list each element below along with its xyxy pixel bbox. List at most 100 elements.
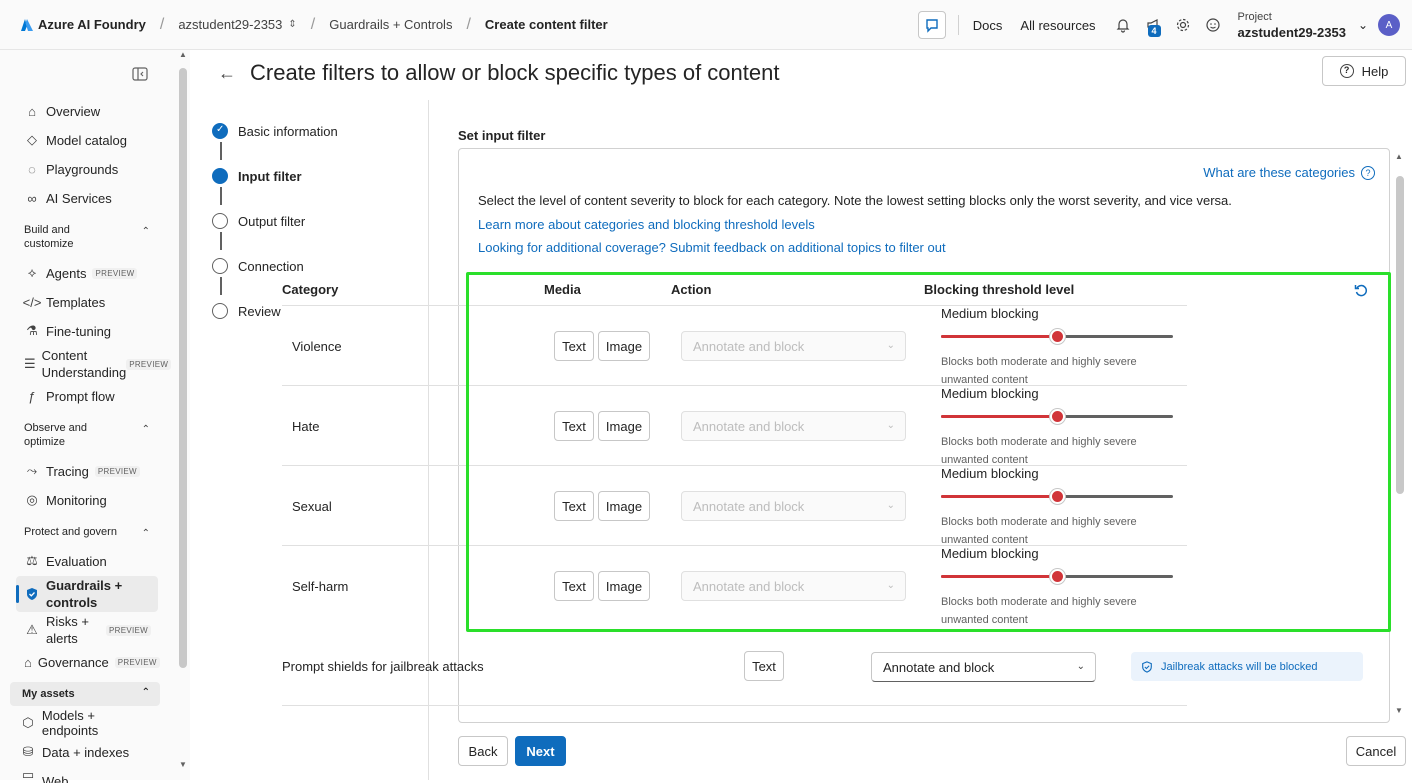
sidebar-item-agents[interactable]: ⟡ Agents PREVIEW xyxy=(16,259,158,287)
threshold-slider[interactable] xyxy=(941,409,1173,424)
sidebar-item-fine-tuning[interactable]: ⚗ Fine-tuning xyxy=(16,317,158,345)
additional-coverage-link[interactable]: Looking for additional coverage? Submit … xyxy=(478,240,946,255)
slider-thumb[interactable] xyxy=(1050,409,1065,424)
next-button[interactable]: Next xyxy=(515,736,566,766)
flow-icon: ƒ xyxy=(28,388,36,404)
sidebar-item-playgrounds[interactable]: ◌ Playgrounds xyxy=(16,155,158,183)
back-arrow-icon[interactable]: ← xyxy=(218,63,236,84)
media-text-button[interactable]: Text xyxy=(554,571,594,601)
threshold-level-label: Medium blocking xyxy=(941,466,1039,481)
sidebar-item-tracing[interactable]: ⤳ Tracing PREVIEW xyxy=(16,457,158,485)
question-icon: ? xyxy=(1361,165,1375,180)
sidebar-item-monitoring[interactable]: ◎ Monitoring xyxy=(16,486,158,514)
media-image-button[interactable]: Image xyxy=(598,571,650,601)
shield-media-text-button[interactable]: Text xyxy=(744,651,784,681)
breadcrumb-current: Create content filter xyxy=(484,17,608,32)
filter-row-sexual: Sexual Text Image Annotate and block ⌄ Medium… xyxy=(282,465,1187,546)
sidebar-item-overview[interactable]: ⌂ Overview xyxy=(16,97,158,125)
sidebar-item-models-endpoints[interactable]: ⬡ Models + endpoints xyxy=(12,708,154,738)
step-review[interactable]: Review xyxy=(212,303,281,319)
monitor-icon: ◎ xyxy=(26,492,38,507)
slider-thumb[interactable] xyxy=(1050,329,1065,344)
breadcrumb-separator: / xyxy=(466,15,471,33)
threshold-slider[interactable] xyxy=(941,329,1173,344)
group-protect-and-govern[interactable]: Protect and govern ⌃ xyxy=(24,525,150,539)
group-observe-and-optimize[interactable]: Observe and optimize ⌃ xyxy=(24,421,150,449)
sidebar-item-governance[interactable]: ⌂ Governance PREVIEW xyxy=(16,648,160,676)
shield-action-dropdown[interactable]: Annotate and block ⌄ xyxy=(871,652,1096,682)
copilot-icon xyxy=(926,19,938,33)
media-text-button[interactable]: Text xyxy=(554,411,594,441)
step-output-filter[interactable]: Output filter xyxy=(212,213,305,229)
step-input-filter[interactable]: Input filter xyxy=(212,168,302,184)
action-dropdown[interactable]: Annotate and block ⌄ xyxy=(681,331,906,361)
action-dropdown[interactable]: Annotate and block ⌄ xyxy=(681,571,906,601)
sidebar-item-content-understanding[interactable]: ☰ Content Understanding PREVIEW xyxy=(16,346,172,382)
media-image-button[interactable]: Image xyxy=(598,331,650,361)
chevron-down-icon[interactable]: ⌄ xyxy=(1358,18,1368,32)
preview-badge: PREVIEW xyxy=(92,267,138,279)
copilot-button[interactable] xyxy=(917,11,946,39)
reset-icon[interactable] xyxy=(1353,282,1369,301)
sidebar-item-templates[interactable]: </> Templates xyxy=(16,288,158,316)
step-connector xyxy=(220,232,222,250)
gear-icon[interactable] xyxy=(1174,16,1192,34)
group-build-and-customize[interactable]: Build and customize ⌃ xyxy=(24,223,150,251)
project-switch-icon[interactable]: ⇕ xyxy=(288,19,296,30)
sidebar-item-risks-alerts[interactable]: ⚠ Risks + alerts PREVIEW xyxy=(16,612,158,648)
threshold-slider[interactable] xyxy=(941,569,1173,584)
scroll-down-icon[interactable]: ▼ xyxy=(1395,706,1403,715)
sidebar-item-guardrails[interactable]: Guardrails + controls xyxy=(16,576,158,612)
help-button[interactable]: ? Help xyxy=(1322,56,1406,86)
sidebar-scrollbar[interactable]: ▲ ▼ xyxy=(178,50,187,774)
playground-icon: ◌ xyxy=(28,161,36,177)
breadcrumb-project[interactable]: azstudent29-2353 xyxy=(178,17,282,32)
sidebar: ⌂ Overview ◇ Model catalog ◌ Playgrounds ∞ A… xyxy=(0,50,190,783)
scroll-down-icon[interactable]: ▼ xyxy=(179,760,187,769)
media-text-button[interactable]: Text xyxy=(554,491,594,521)
group-my-assets[interactable]: My assets ⌃ xyxy=(10,682,160,706)
media-text-button[interactable]: Text xyxy=(554,331,594,361)
breadcrumb-guardrails[interactable]: Guardrails + Controls xyxy=(329,17,452,32)
sidebar-item-evaluation[interactable]: ⚖ Evaluation xyxy=(16,547,158,575)
docs-link[interactable]: Docs xyxy=(973,18,1003,33)
top-bar: Azure AI Foundry / azstudent29-2353 ⇕ / … xyxy=(0,0,1412,50)
collapse-sidebar-icon[interactable] xyxy=(132,67,148,84)
sidebar-item-ai-services[interactable]: ∞ AI Services xyxy=(16,184,158,212)
media-image-button[interactable]: Image xyxy=(598,491,650,521)
learn-more-link[interactable]: Learn more about categories and blocking… xyxy=(478,217,815,232)
brand[interactable]: Azure AI Foundry xyxy=(20,17,146,32)
project-selector[interactable]: Project azstudent29-2353 xyxy=(1238,9,1346,41)
slider-thumb[interactable] xyxy=(1050,569,1065,584)
action-dropdown[interactable]: Annotate and block ⌄ xyxy=(681,411,906,441)
project-name: azstudent29-2353 xyxy=(1237,25,1346,40)
sidebar-item-prompt-flow[interactable]: ƒ Prompt flow xyxy=(16,382,158,410)
flask-icon: ⚗ xyxy=(26,323,38,338)
card-scroll-thumb[interactable] xyxy=(1396,176,1404,494)
prompt-shield-row: Prompt shields for jailbreak attacks Tex… xyxy=(282,631,1363,706)
sidebar-item-model-catalog[interactable]: ◇ Model catalog xyxy=(16,126,158,154)
sidebar-scroll-thumb[interactable] xyxy=(179,68,187,668)
feedback-smiley-icon[interactable] xyxy=(1204,16,1222,34)
announcement-icon[interactable]: 4 xyxy=(1144,16,1162,37)
back-button[interactable]: Back xyxy=(458,736,508,766)
category-label: Self-harm xyxy=(292,579,349,594)
all-resources-link[interactable]: All resources xyxy=(1020,18,1095,33)
media-image-button[interactable]: Image xyxy=(598,411,650,441)
step-connector xyxy=(220,277,222,295)
slider-thumb[interactable] xyxy=(1050,489,1065,504)
scroll-up-icon[interactable]: ▲ xyxy=(1395,152,1403,161)
scroll-up-icon[interactable]: ▲ xyxy=(179,50,187,59)
sidebar-item-data-indexes[interactable]: ⛁ Data + indexes xyxy=(12,738,154,766)
sidebar-item-web[interactable]: ▭ Web xyxy=(12,767,154,783)
action-dropdown[interactable]: Annotate and block ⌄ xyxy=(681,491,906,521)
cancel-button[interactable]: Cancel xyxy=(1346,736,1406,766)
card-scrollbar[interactable]: ▲ ▼ xyxy=(1394,152,1404,722)
what-are-categories-link[interactable]: What are these categories ? xyxy=(1203,165,1375,180)
avatar[interactable]: A xyxy=(1378,14,1400,36)
step-basic-information[interactable]: Basic information xyxy=(212,123,338,139)
bell-icon[interactable] xyxy=(1114,16,1132,34)
threshold-slider[interactable] xyxy=(941,489,1173,504)
step-connection[interactable]: Connection xyxy=(212,258,304,274)
current-step-icon xyxy=(212,168,228,184)
